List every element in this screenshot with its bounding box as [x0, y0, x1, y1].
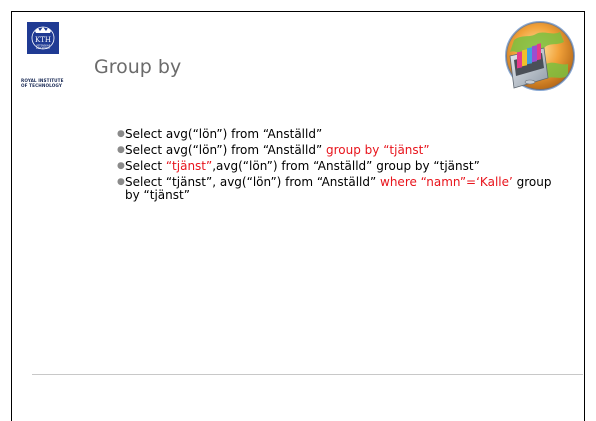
- bullet-highlight: group by “tjänst”: [326, 143, 430, 157]
- kth-logo-icon: KTH VETENSKAP OCH KONST: [27, 22, 59, 54]
- bullet-text: Select “tjänst”, avg(“lön”) from “Anstäl…: [125, 175, 381, 189]
- kth-logo-caption: ROYAL INSTITUTE OF TECHNOLOGY: [21, 78, 79, 88]
- kth-logo-mark-sub2: OCH KONST: [36, 47, 51, 50]
- bullet-highlight: “tjänst”: [165, 159, 213, 173]
- bullet-item: ● Select “tjänst”,avg(“lön”) from “Anstäl…: [117, 160, 557, 173]
- footer-divider: [32, 374, 583, 375]
- bullet-text: Select avg(“lön”) from “Anställd”: [125, 143, 326, 157]
- bullet-item: ● Select avg(“lön”) from “Anställd”: [117, 128, 557, 141]
- globe-file-cabinet-icon: [505, 21, 575, 91]
- bullet-dot-icon: ●: [117, 161, 125, 171]
- bullet-item: ● Select avg(“lön”) from “Anställd” group…: [117, 144, 557, 157]
- bullet-highlight: where “namn”=‘Kalle’: [380, 175, 513, 189]
- bullet-dot-icon: ●: [117, 129, 125, 139]
- slide-frame-right: [584, 11, 585, 421]
- page-title: Group by: [94, 56, 182, 78]
- kth-logo: KTH VETENSKAP OCH KONST ROYAL INSTITUTE …: [21, 22, 79, 89]
- bullet-dot-icon: ●: [117, 145, 125, 155]
- bullet-item: ● Select “tjänst”, avg(“lön”) from “Anstä…: [117, 176, 557, 202]
- kth-logo-mark-text: KTH: [35, 36, 51, 44]
- slide-frame-left: [11, 11, 12, 421]
- bullet-text: Select avg(“lön”) from “Anställd”: [125, 127, 323, 141]
- bullet-list: ● Select avg(“lön”) from “Anställd” ● Sele…: [117, 128, 557, 205]
- bullet-dot-icon: ●: [117, 177, 125, 187]
- bullet-text: Select: [125, 159, 166, 173]
- kth-logo-caption-line2: OF TECHNOLOGY: [21, 83, 62, 88]
- slide: KTH VETENSKAP OCH KONST ROYAL INSTITUTE …: [0, 0, 596, 421]
- slide-frame-top: [11, 11, 585, 12]
- bullet-text-tail: ,avg(“lön”) from “Anställd” group by “tj…: [212, 159, 480, 173]
